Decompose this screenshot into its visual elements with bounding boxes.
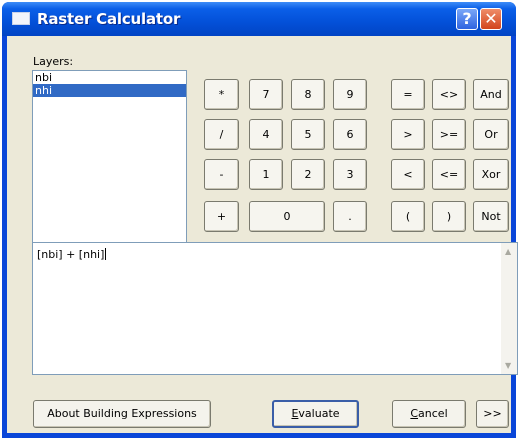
digit-3-button[interactable]: 3 bbox=[333, 159, 367, 190]
less-than-button[interactable]: < bbox=[391, 159, 425, 190]
digit-6-button[interactable]: 6 bbox=[333, 119, 367, 150]
divide-button[interactable]: / bbox=[204, 119, 239, 150]
digit-5-button[interactable]: 5 bbox=[291, 119, 325, 150]
xor-button[interactable]: Xor bbox=[473, 159, 509, 190]
window-title: Raster Calculator bbox=[37, 10, 181, 28]
evaluate-button[interactable]: Evaluate bbox=[272, 400, 359, 428]
text-caret bbox=[105, 248, 107, 260]
not-button[interactable]: Not bbox=[473, 201, 509, 232]
digit-4-button[interactable]: 4 bbox=[249, 119, 283, 150]
vertical-scrollbar[interactable]: ▲ ▼ bbox=[501, 243, 517, 374]
not-equal-button[interactable]: <> bbox=[432, 79, 466, 110]
scroll-up-icon[interactable]: ▲ bbox=[505, 247, 511, 256]
multiply-button[interactable]: * bbox=[204, 79, 239, 110]
scroll-down-icon[interactable]: ▼ bbox=[505, 361, 511, 370]
open-paren-button[interactable]: ( bbox=[391, 201, 425, 232]
plus-button[interactable]: + bbox=[204, 201, 239, 232]
window-icon bbox=[12, 12, 30, 25]
layers-label: Layers: bbox=[33, 55, 74, 68]
less-equal-button[interactable]: <= bbox=[432, 159, 466, 190]
about-building-expressions-button[interactable]: About Building Expressions bbox=[33, 400, 211, 428]
expression-text: [nbi] + [nhi] bbox=[37, 248, 107, 261]
layer-item-nbi[interactable]: nbi bbox=[33, 71, 186, 84]
close-button[interactable]: ✕ bbox=[480, 8, 502, 30]
help-button[interactable]: ? bbox=[456, 8, 478, 30]
digit-1-button[interactable]: 1 bbox=[249, 159, 283, 190]
title-bar[interactable]: Raster Calculator ? ✕ bbox=[2, 2, 516, 36]
close-paren-button[interactable]: ) bbox=[432, 201, 466, 232]
expression-editor[interactable]: [nbi] + [nhi] ▲ ▼ bbox=[32, 242, 518, 375]
decimal-button[interactable]: . bbox=[333, 201, 367, 232]
raster-calculator-window: Raster Calculator ? ✕ Layers: nbi nhi * … bbox=[2, 2, 518, 438]
digit-8-button[interactable]: 8 bbox=[291, 79, 325, 110]
equals-button[interactable]: = bbox=[391, 79, 425, 110]
digit-9-button[interactable]: 9 bbox=[333, 79, 367, 110]
cancel-button[interactable]: Cancel bbox=[392, 400, 466, 428]
digit-7-button[interactable]: 7 bbox=[249, 79, 283, 110]
minus-button[interactable]: - bbox=[204, 159, 239, 190]
and-button[interactable]: And bbox=[473, 79, 509, 110]
greater-equal-button[interactable]: >= bbox=[432, 119, 466, 150]
layers-listbox[interactable]: nbi nhi bbox=[32, 70, 187, 243]
layer-item-nhi[interactable]: nhi bbox=[33, 84, 186, 97]
digit-2-button[interactable]: 2 bbox=[291, 159, 325, 190]
expand-button[interactable]: >> bbox=[476, 400, 509, 428]
digit-0-button[interactable]: 0 bbox=[249, 201, 325, 232]
or-button[interactable]: Or bbox=[473, 119, 509, 150]
greater-than-button[interactable]: > bbox=[391, 119, 425, 150]
dialog-body: Layers: nbi nhi * 7 8 9 = <> And / 4 5 6… bbox=[7, 36, 518, 433]
